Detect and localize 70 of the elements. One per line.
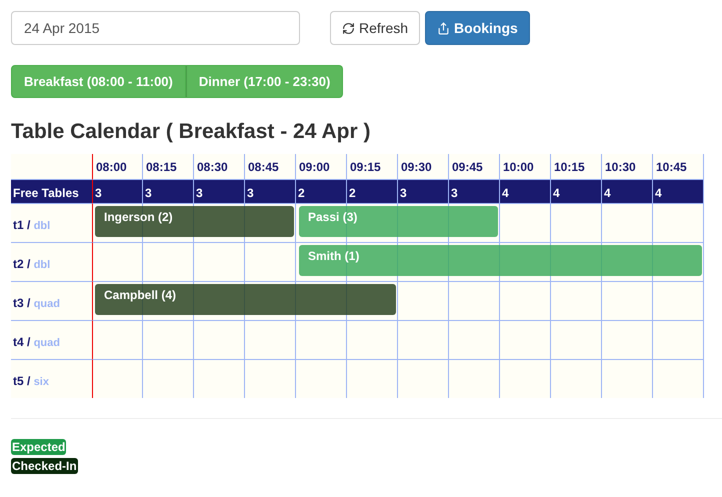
free-tables-count: 3: [194, 179, 245, 203]
grid-cell: [500, 203, 551, 242]
free-tables-count: 3: [245, 179, 296, 203]
grid-cell: [143, 242, 194, 281]
grid-cell: [398, 320, 449, 359]
grid-cell: [500, 320, 551, 359]
grid-cell: [194, 242, 245, 281]
grid-cell: [92, 359, 143, 398]
free-tables-label: Free Tables: [11, 179, 92, 203]
grid-cell: [296, 359, 347, 398]
booking-bar[interactable]: Campbell (4): [95, 284, 396, 315]
grid-cell: [347, 320, 398, 359]
refresh-button[interactable]: Refresh: [330, 11, 420, 45]
grid-cell: [194, 320, 245, 359]
grid-cell: [551, 203, 602, 242]
grid-cell: [143, 359, 194, 398]
bookings-button[interactable]: Bookings: [425, 11, 530, 45]
table-label: t5 / six: [11, 359, 92, 398]
table-label: t2 / dbl: [11, 242, 92, 281]
free-tables-count: 2: [296, 179, 347, 203]
grid-cell: [398, 281, 449, 320]
grid-cell: [449, 359, 500, 398]
grid-cell: [245, 242, 296, 281]
grid-cell: [551, 281, 602, 320]
grid-cell: [653, 359, 704, 398]
free-tables-count: 3: [449, 179, 500, 203]
meal-button[interactable]: Dinner (17:00 - 23:30): [186, 65, 344, 98]
free-tables-count: 2: [347, 179, 398, 203]
free-tables-count: 4: [653, 179, 704, 203]
grid-cell: [653, 281, 704, 320]
legend-tag: Checked-In: [11, 458, 78, 474]
free-tables-count: 3: [143, 179, 194, 203]
grid-cell: [245, 359, 296, 398]
table-label: t4 / quad: [11, 320, 92, 359]
free-tables-count: 3: [92, 179, 143, 203]
grid-cell: [449, 320, 500, 359]
booking-bar[interactable]: Ingerson (2): [95, 206, 294, 237]
free-tables-count: 4: [500, 179, 551, 203]
grid-cell: [500, 359, 551, 398]
grid-cell: [449, 281, 500, 320]
grid-cell: [551, 359, 602, 398]
grid-cell: [602, 203, 653, 242]
free-tables-count: 4: [551, 179, 602, 203]
grid-cell: [92, 242, 143, 281]
grid-cell: [398, 359, 449, 398]
share-icon: [437, 22, 450, 34]
grid-cell: [245, 320, 296, 359]
calendar-title: Table Calendar ( Breakfast - 24 Apr ): [11, 120, 372, 144]
grid-cell: [92, 320, 143, 359]
table-label: t1 / dbl: [11, 203, 92, 242]
grid-cell: [143, 320, 194, 359]
booking-bar[interactable]: Smith (1): [299, 245, 702, 276]
grid-cell: [653, 203, 704, 242]
date-field[interactable]: 24 Apr 2015: [11, 11, 300, 45]
free-tables-count: 4: [602, 179, 653, 203]
booking-bar[interactable]: Passi (3): [299, 206, 498, 237]
table-label: t3 / quad: [11, 281, 92, 320]
grid-cell: [296, 320, 347, 359]
grid-cell: [194, 359, 245, 398]
grid-cell: [347, 359, 398, 398]
refresh-icon: [342, 22, 355, 34]
grid-cell: [500, 281, 551, 320]
grid-cell: [653, 320, 704, 359]
grid-cell: [602, 320, 653, 359]
free-tables-count: 3: [398, 179, 449, 203]
grid-cell: [602, 359, 653, 398]
meal-button[interactable]: Breakfast (08:00 - 11:00): [11, 65, 186, 98]
legend-tag: Expected: [11, 439, 66, 455]
grid-cell: [551, 320, 602, 359]
grid-cell: [602, 281, 653, 320]
